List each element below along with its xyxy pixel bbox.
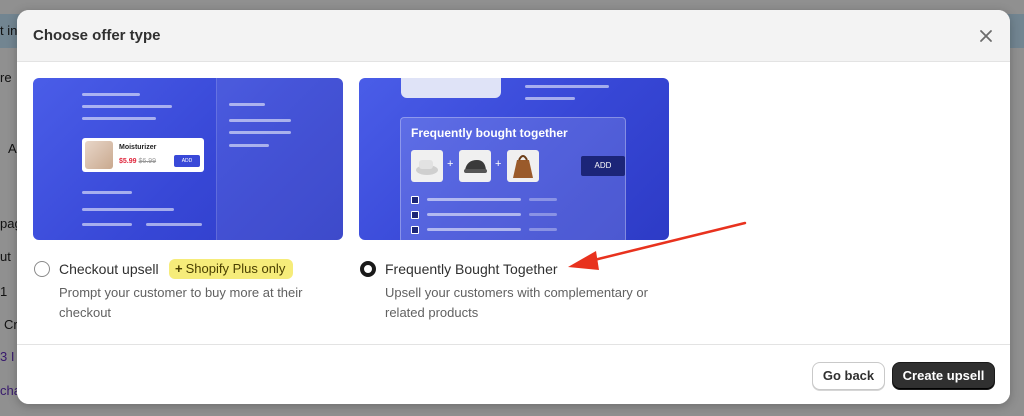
illustration-line (427, 228, 521, 231)
illustration-product-box (401, 78, 501, 98)
plus-icon: + (495, 158, 502, 170)
shopify-plus-badge: + Shopify Plus only (169, 259, 294, 279)
illustration-line (229, 131, 291, 134)
frequently-bought-together-title[interactable]: Frequently Bought Together (385, 261, 558, 277)
product-thumbnail (507, 150, 539, 182)
checkout-upsell-illustration[interactable]: Moisturizer $5.99 $6.99 ADD (33, 78, 343, 240)
illustration-line (229, 144, 269, 147)
checkout-upsell-description: Prompt your customer to buy more at thei… (59, 285, 303, 320)
illustration-line (82, 117, 156, 120)
modal-header: Choose offer type (17, 10, 1010, 62)
modal-title: Choose offer type (33, 27, 161, 44)
illustration-line (525, 85, 609, 88)
illustration-line (529, 198, 557, 201)
old-price-value: $6.99 (138, 158, 157, 165)
checkout-upsell-title[interactable]: Checkout upsell (59, 261, 159, 277)
fbt-widget-panel: Frequently bought together + + ADD (400, 117, 626, 240)
illustration-line (525, 97, 575, 100)
illustration-add-button: ADD (174, 155, 200, 167)
illustration-line (529, 213, 557, 216)
illustration-line (82, 208, 174, 211)
product-thumbnail (459, 150, 491, 182)
illustration-line (82, 223, 132, 226)
illustration-product-name: Moisturizer (119, 144, 157, 151)
plus-icon: + (175, 261, 183, 276)
illustration-line (82, 93, 140, 96)
illustration-product-price: $5.99 $6.99 (119, 158, 156, 165)
create-upsell-button[interactable]: Create upsell (892, 362, 995, 390)
frequently-bought-together-illustration[interactable]: Frequently bought together + + ADD (359, 78, 669, 240)
illustration-line (229, 103, 265, 106)
modal-footer: Go back Create upsell (17, 344, 1010, 404)
plus-icon: + (447, 158, 454, 170)
illustration-line (146, 223, 202, 226)
product-image (85, 141, 113, 169)
fbt-panel-title: Frequently bought together (411, 126, 568, 140)
illustration-line (427, 198, 521, 201)
illustration-line (82, 191, 132, 194)
illustration-line (82, 105, 172, 108)
product-thumbnail (411, 150, 443, 182)
frequently-bought-together-radio[interactable] (360, 261, 376, 277)
badge-label: Shopify Plus only (185, 261, 286, 276)
price-value: $5.99 (119, 158, 137, 165)
checkbox-icon (411, 196, 419, 204)
illustration-line (529, 228, 557, 231)
choose-offer-type-modal: Choose offer type Moisturizer $5.99 $6.99… (17, 10, 1010, 404)
go-back-button[interactable]: Go back (812, 362, 885, 390)
close-icon[interactable] (976, 26, 996, 46)
checkbox-icon (411, 211, 419, 219)
frequently-bought-together-description: Upsell your customers with complementary… (385, 285, 648, 320)
checkout-upsell-radio[interactable] (34, 261, 50, 277)
illustration-line (229, 119, 291, 122)
illustration-product-card: Moisturizer $5.99 $6.99 ADD (82, 138, 204, 172)
checkbox-icon (411, 226, 419, 234)
illustration-add-button: ADD (581, 156, 625, 176)
illustration-line (427, 213, 521, 216)
